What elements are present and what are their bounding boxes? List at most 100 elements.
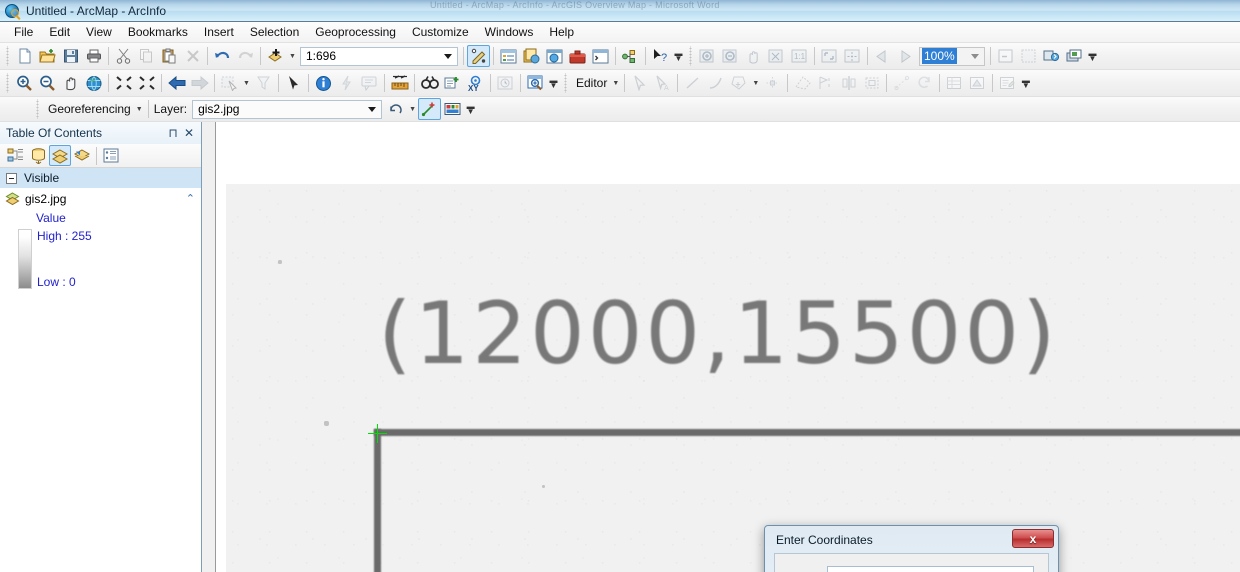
toolbar-grip[interactable] xyxy=(34,99,41,119)
construction-tool-icon[interactable] xyxy=(727,72,750,94)
cut-icon[interactable] xyxy=(112,45,135,67)
transparency-combo[interactable]: 100% xyxy=(919,46,985,66)
undo-icon[interactable] xyxy=(211,45,234,67)
hyperlink-icon[interactable] xyxy=(335,72,358,94)
georeferencing-menu-dropdown-icon[interactable]: ▼ xyxy=(134,98,145,120)
rotate-georef-icon[interactable] xyxy=(384,98,407,120)
delete-icon[interactable] xyxy=(181,45,204,67)
select-elements-icon[interactable] xyxy=(282,72,305,94)
fixed-zoom-out-icon[interactable] xyxy=(135,72,158,94)
flicker-forward-icon[interactable] xyxy=(894,45,917,67)
menu-file[interactable]: File xyxy=(6,23,41,41)
rotate-georef-dropdown-icon[interactable]: ▼ xyxy=(407,98,418,120)
select-features-dropdown-icon[interactable]: ▼ xyxy=(241,72,252,94)
python-window-icon[interactable] xyxy=(589,45,612,67)
menu-insert[interactable]: Insert xyxy=(196,23,242,41)
one-to-one-icon[interactable]: 1:1 xyxy=(788,45,811,67)
toc-layer-gis2[interactable]: gis2.jpg ⌃ xyxy=(0,188,201,209)
menu-customize[interactable]: Customize xyxy=(404,23,477,41)
editor-toolbar-overflow-icon[interactable]: ▬ ▼ xyxy=(1019,72,1032,94)
toolbar-grip[interactable] xyxy=(4,73,11,93)
new-icon[interactable] xyxy=(13,45,36,67)
editor-toolbar-icon[interactable] xyxy=(467,45,490,67)
create-features-icon[interactable] xyxy=(996,72,1019,94)
search-window-icon[interactable] xyxy=(543,45,566,67)
pan-icon[interactable] xyxy=(59,72,82,94)
html-popup-icon[interactable] xyxy=(358,72,381,94)
tools-toolbar-overflow-icon[interactable]: ▬ ▼ xyxy=(547,72,560,94)
menu-edit[interactable]: Edit xyxy=(41,23,78,41)
straight-segment-icon[interactable] xyxy=(681,72,704,94)
standard-toolbar-overflow-icon[interactable]: ▬ ▼ xyxy=(672,45,685,67)
close-icon[interactable]: ✕ xyxy=(181,125,197,141)
collapse-icon[interactable] xyxy=(6,172,17,184)
toc-group-visible[interactable]: Visible xyxy=(0,168,201,188)
reshape-feature-icon[interactable] xyxy=(791,72,814,94)
zoom-out-image-icon[interactable] xyxy=(719,45,742,67)
rotate-icon[interactable] xyxy=(860,72,883,94)
arc-segment-icon[interactable] xyxy=(704,72,727,94)
redo-icon[interactable] xyxy=(234,45,257,67)
time-slider-icon[interactable] xyxy=(494,72,517,94)
menu-view[interactable]: View xyxy=(78,23,120,41)
cut-polygons-icon[interactable] xyxy=(814,72,837,94)
edit-vertices-icon[interactable] xyxy=(761,72,784,94)
split-icon[interactable] xyxy=(837,72,860,94)
swipe-icon[interactable] xyxy=(994,45,1017,67)
list-by-drawing-order-icon[interactable] xyxy=(5,145,27,166)
georeferencing-menu-label[interactable]: Georeferencing xyxy=(43,102,134,116)
zoom-in-icon[interactable] xyxy=(13,72,36,94)
find-route-icon[interactable] xyxy=(441,72,464,94)
list-by-selection-icon[interactable] xyxy=(71,145,93,166)
georeferencing-layer-combo[interactable]: gis2.jpg xyxy=(192,99,383,119)
full-extent-image-icon[interactable] xyxy=(765,45,788,67)
georeferencing-toolbar-overflow-icon[interactable]: ▬ ▼ xyxy=(464,98,477,120)
edit-annotation-icon[interactable]: A xyxy=(651,72,674,94)
list-by-visibility-icon[interactable] xyxy=(49,145,71,166)
full-extent-icon[interactable] xyxy=(82,72,105,94)
fit-to-display-icon[interactable] xyxy=(818,45,841,67)
table-of-contents-icon[interactable] xyxy=(497,45,520,67)
chevron-down-icon[interactable] xyxy=(971,54,979,59)
image-analysis-icon[interactable] xyxy=(1040,45,1063,67)
paste-icon[interactable] xyxy=(158,45,181,67)
toolbar-grip[interactable] xyxy=(562,73,569,93)
toolbar-grip[interactable] xyxy=(687,46,694,66)
fixed-zoom-in-icon[interactable] xyxy=(112,72,135,94)
select-features-icon[interactable] xyxy=(218,72,241,94)
clear-selection-icon[interactable] xyxy=(252,72,275,94)
x-coordinate-field[interactable]: 12000 xyxy=(827,566,1034,572)
chevron-down-icon[interactable] xyxy=(444,54,452,59)
effects-icon[interactable] xyxy=(1063,45,1086,67)
add-data-icon[interactable] xyxy=(264,45,287,67)
add-data-dropdown-icon[interactable]: ▼ xyxy=(287,45,298,67)
whats-this-icon[interactable]: ? xyxy=(649,45,672,67)
zoom-to-raster-icon[interactable] xyxy=(841,45,864,67)
construction-tool-dropdown-icon[interactable]: ▼ xyxy=(750,72,761,94)
measure-icon[interactable] xyxy=(388,72,411,94)
view-link-table-icon[interactable] xyxy=(441,98,464,120)
map-canvas[interactable]: (12000,15500) xyxy=(215,122,1240,572)
close-icon[interactable]: x xyxy=(1012,529,1054,548)
menu-windows[interactable]: Windows xyxy=(477,23,542,41)
open-icon[interactable] xyxy=(36,45,59,67)
chevron-up-icon[interactable]: ⌃ xyxy=(186,192,195,205)
arctoolbox-icon[interactable] xyxy=(566,45,589,67)
flicker-icon[interactable] xyxy=(1017,45,1040,67)
create-viewer-window-icon[interactable] xyxy=(524,72,547,94)
go-next-extent-icon[interactable] xyxy=(188,72,211,94)
attributes-icon[interactable] xyxy=(943,72,966,94)
list-by-source-icon[interactable] xyxy=(27,145,49,166)
editor-menu-label[interactable]: Editor xyxy=(571,76,610,90)
edit-tool-icon[interactable] xyxy=(628,72,651,94)
dialog-title-bar[interactable]: Enter Coordinates x xyxy=(768,529,1055,551)
print-icon[interactable] xyxy=(82,45,105,67)
sketch-properties-icon[interactable] xyxy=(966,72,989,94)
trace-icon[interactable] xyxy=(890,72,913,94)
zoom-out-icon[interactable] xyxy=(36,72,59,94)
copy-icon[interactable] xyxy=(135,45,158,67)
effects-toolbar-overflow-icon[interactable]: ▬ ▼ xyxy=(1086,45,1099,67)
add-control-points-icon[interactable] xyxy=(418,98,442,120)
chevron-down-icon[interactable] xyxy=(368,107,377,112)
model-builder-icon[interactable] xyxy=(619,45,642,67)
